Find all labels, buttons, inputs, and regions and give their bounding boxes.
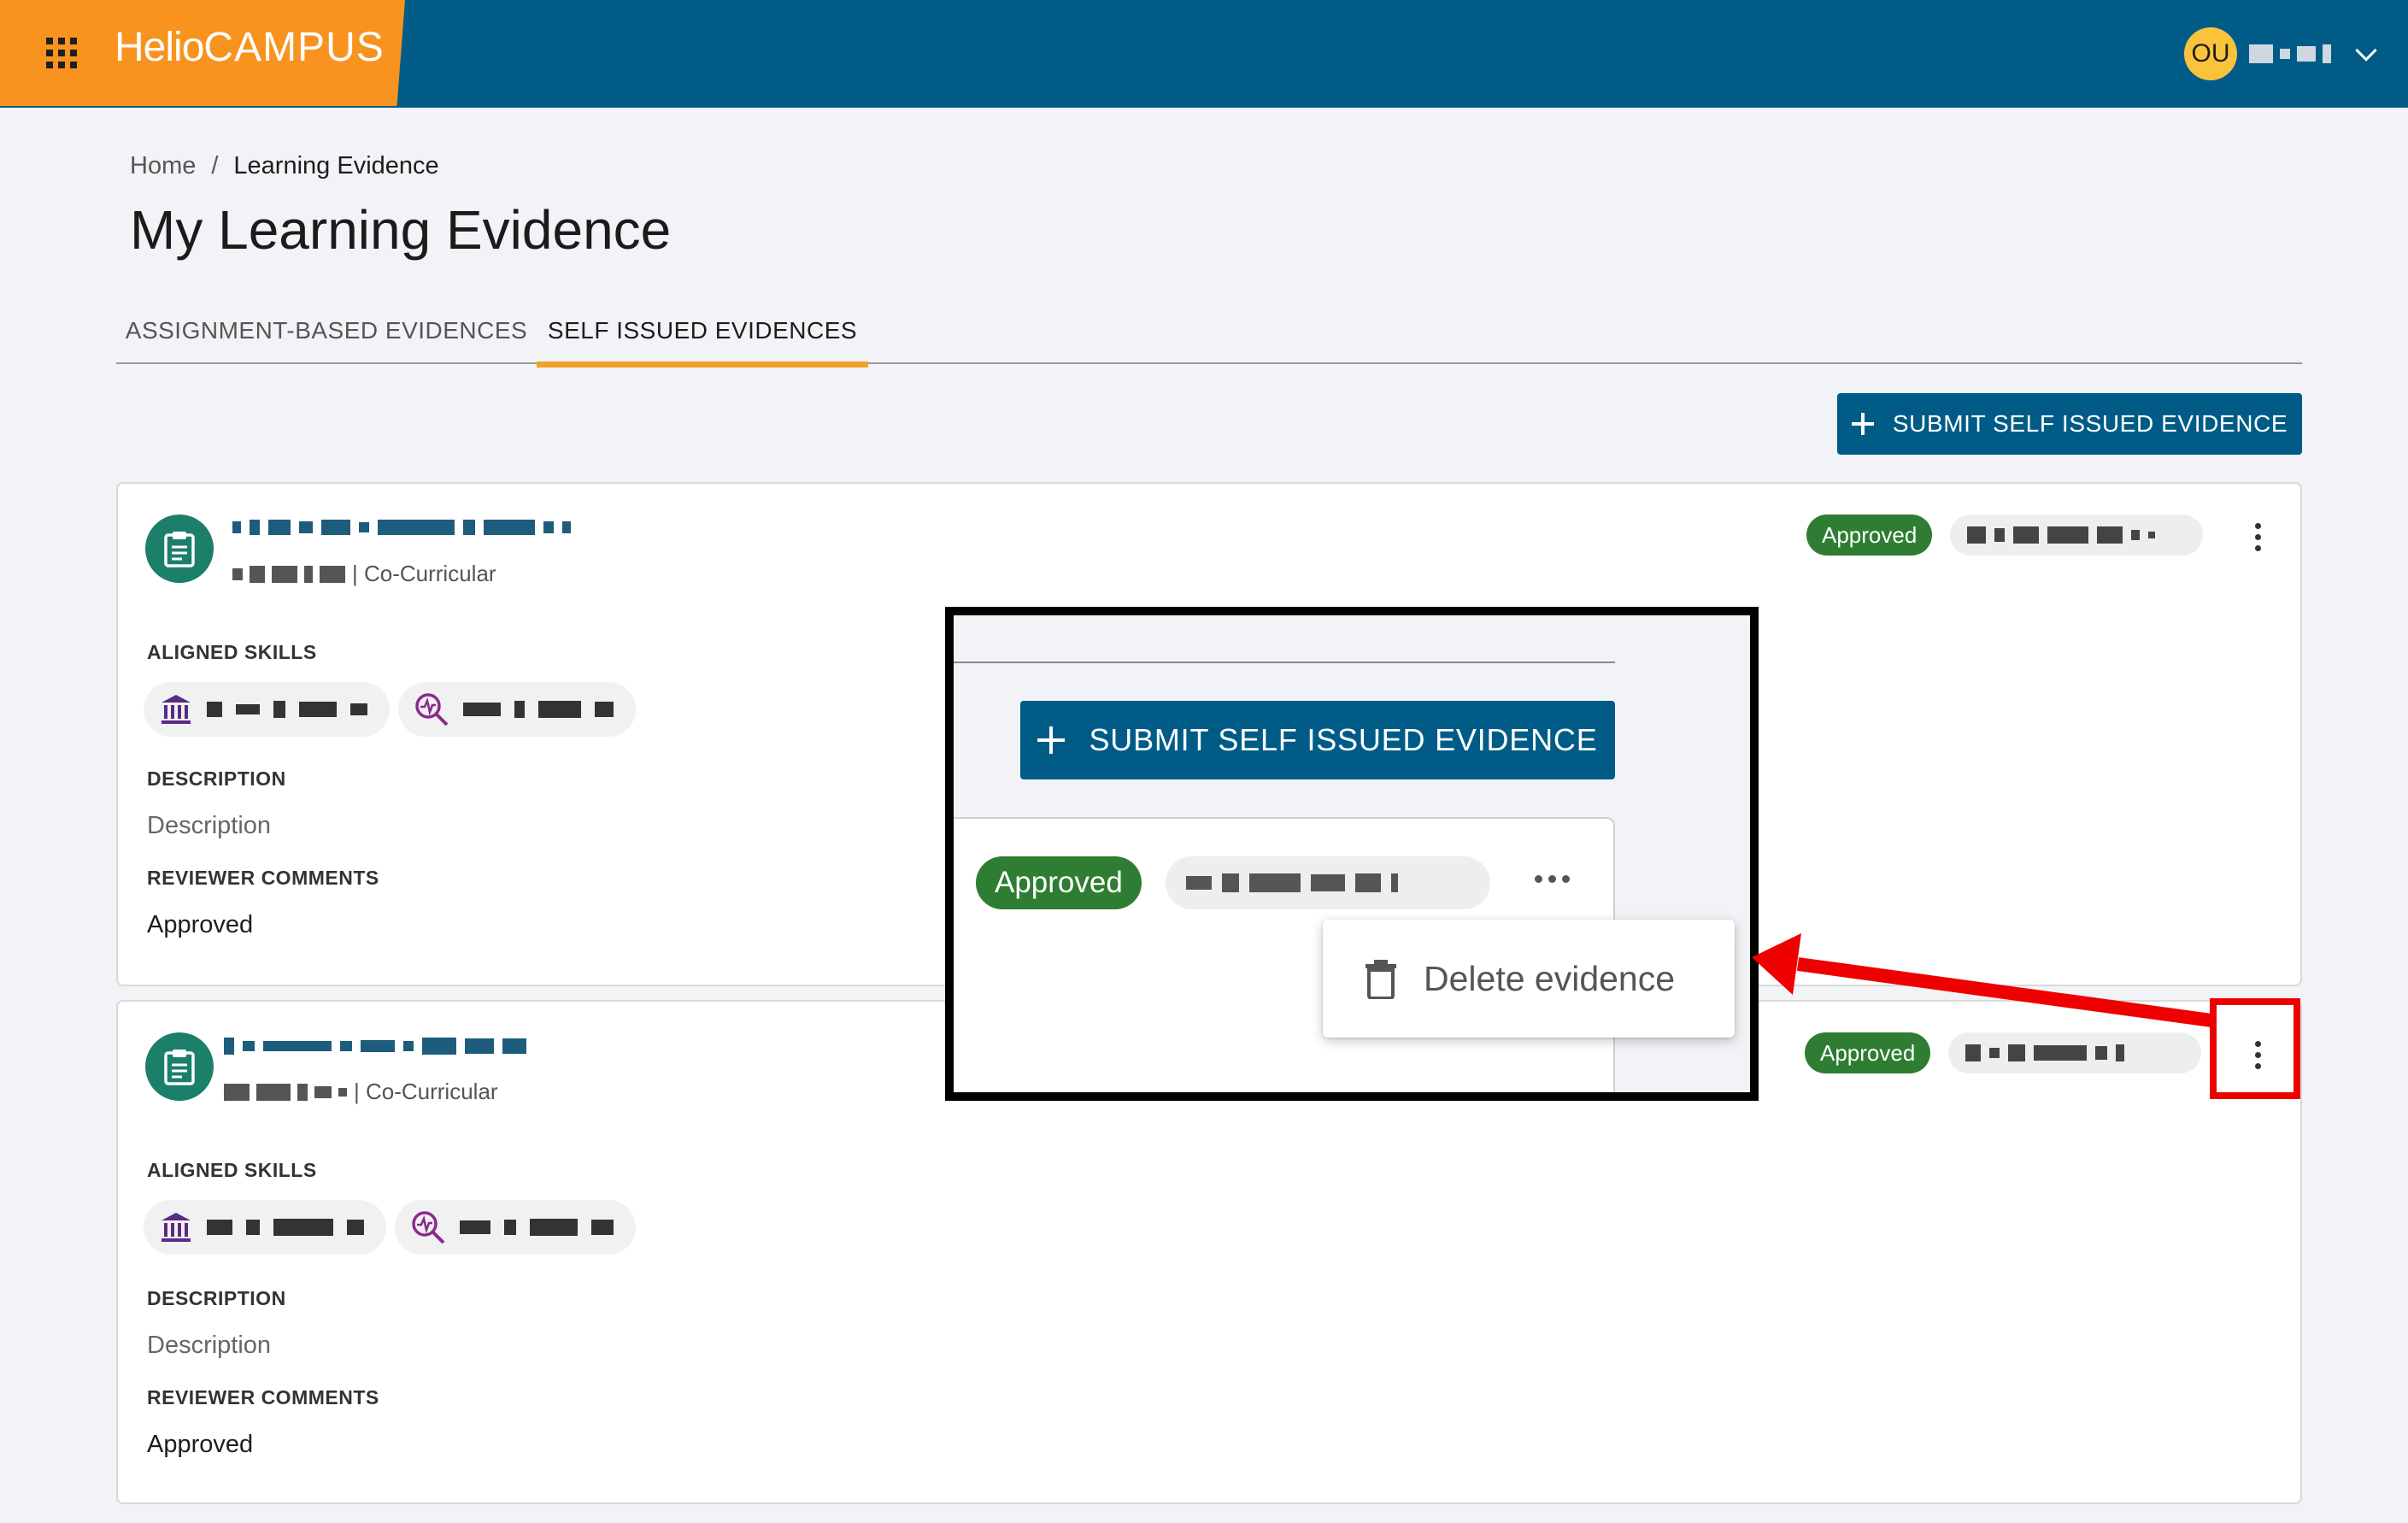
delete-evidence-menu-item[interactable]: Delete evidence	[1323, 920, 1735, 1038]
evidence-subtitle: | Co-Curricular	[232, 561, 496, 587]
breadcrumb: Home / Learning Evidence	[130, 152, 439, 180]
description-label: DESCRIPTION	[147, 767, 286, 790]
date-pill-redacted	[1948, 1032, 2201, 1073]
delete-evidence-label: Delete evidence	[1424, 958, 1676, 998]
submit-self-issued-evidence-button[interactable]: SUBMIT SELF ISSUED EVIDENCE	[1837, 393, 2302, 455]
trash-icon	[1366, 960, 1396, 999]
reviewer-comment: Approved	[147, 1431, 254, 1458]
submit-button-label: SUBMIT SELF ISSUED EVIDENCE	[1089, 722, 1598, 757]
date-pill-redacted	[1950, 515, 2203, 556]
chevron-down-icon[interactable]	[2355, 39, 2377, 62]
status-badge: Approved	[976, 856, 1142, 909]
logo-text-campus: CAMPUS	[203, 25, 385, 70]
evidence-title-redacted[interactable]	[232, 520, 571, 535]
zoomed-menu-callout: SUBMIT SELF ISSUED EVIDENCE Approved Del…	[945, 607, 1759, 1101]
aligned-skills-list	[144, 1200, 636, 1255]
status-badge: Approved	[1805, 1032, 1931, 1073]
evidence-tabs: ASSIGNMENT-BASED EVIDENCES SELF ISSUED E…	[116, 297, 2302, 368]
evidence-category: | Co-Curricular	[354, 1079, 498, 1104]
heliocampus-logo[interactable]: HelioCAMPUS	[115, 24, 385, 75]
description-label: DESCRIPTION	[147, 1287, 286, 1309]
tab-assignment-based-evidences[interactable]: ASSIGNMENT-BASED EVIDENCES	[116, 297, 537, 364]
apps-grid-icon[interactable]	[46, 38, 77, 68]
status-badge: Approved	[1806, 515, 1933, 556]
tab-self-issued-evidences[interactable]: SELF ISSUED EVIDENCES	[537, 297, 868, 368]
reviewer-comments-label: REVIEWER COMMENTS	[147, 1386, 379, 1408]
reviewer-comments-label: REVIEWER COMMENTS	[147, 867, 379, 889]
skill-chip[interactable]	[395, 1200, 636, 1255]
aligned-skills-label: ALIGNED SKILLS	[147, 1159, 317, 1181]
skill-chip[interactable]	[144, 682, 390, 737]
clipboard-icon	[145, 1032, 214, 1101]
breadcrumb-home-link[interactable]: Home	[130, 152, 196, 180]
inset-tab-divider	[954, 662, 1615, 663]
annotation-highlight-box	[2210, 998, 2300, 1099]
search-analysis-icon	[412, 1211, 445, 1244]
submit-button-label: SUBMIT SELF ISSUED EVIDENCE	[1892, 410, 2288, 437]
evidence-description: Description	[147, 812, 272, 839]
institution-icon	[162, 695, 191, 724]
breadcrumb-separator: /	[211, 152, 219, 179]
user-name-redacted	[2249, 44, 2331, 63]
breadcrumb-current: Learning Evidence	[233, 152, 439, 179]
search-analysis-icon	[415, 693, 449, 726]
evidence-description: Description	[147, 1332, 272, 1359]
date-pill-redacted	[1166, 856, 1490, 909]
clipboard-icon	[145, 515, 214, 583]
skill-chip[interactable]	[398, 682, 636, 737]
reviewer-comment: Approved	[147, 911, 254, 938]
evidence-subtitle: | Co-Curricular	[224, 1079, 498, 1105]
top-navigation-bar: HelioCAMPUS OU	[0, 0, 2408, 108]
more-horizontal-icon[interactable]	[1535, 875, 1570, 883]
aligned-skills-list	[144, 682, 636, 737]
evidence-category: | Co-Curricular	[352, 561, 496, 586]
institution-icon	[162, 1213, 191, 1242]
page-title: My Learning Evidence	[130, 199, 672, 261]
user-menu[interactable]: OU	[2184, 27, 2377, 80]
logo-text-helio: Helio	[115, 25, 204, 70]
plus-icon	[1037, 726, 1066, 754]
more-vertical-icon[interactable]	[2241, 516, 2275, 557]
evidence-title-redacted[interactable]	[224, 1038, 526, 1055]
aligned-skills-label: ALIGNED SKILLS	[147, 641, 317, 663]
submit-self-issued-evidence-button[interactable]: SUBMIT SELF ISSUED EVIDENCE	[1020, 701, 1615, 779]
avatar: OU	[2184, 27, 2237, 80]
plus-icon	[1851, 413, 1874, 435]
skill-chip[interactable]	[144, 1200, 386, 1255]
